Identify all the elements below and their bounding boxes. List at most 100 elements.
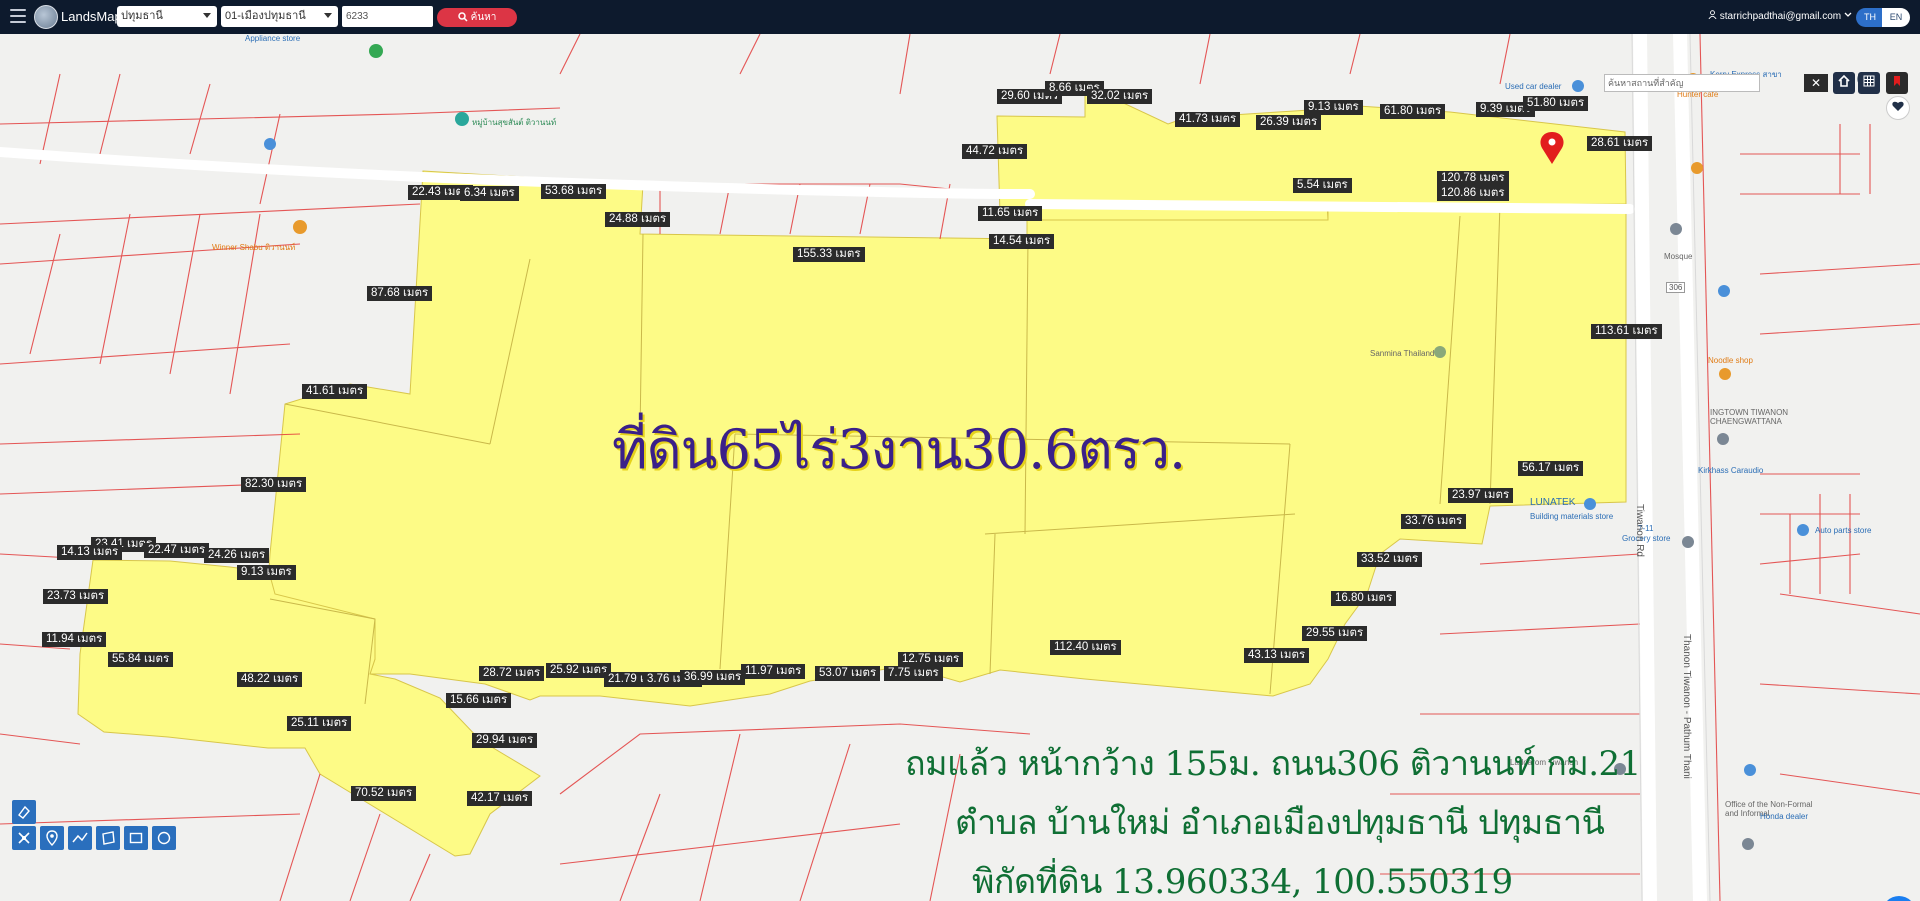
lang-en-button[interactable]: EN [1882, 8, 1910, 27]
poi-label[interactable]: Honda dealer [1760, 812, 1808, 821]
search-button-label: ค้นหา [470, 12, 497, 23]
poi-label[interactable]: Sanmina Thailand [1370, 349, 1434, 358]
eraser-icon[interactable] [12, 800, 36, 824]
dimension-label: 9.13 เมตร [1304, 100, 1363, 115]
poi-label[interactable]: INGTOWN TIWANON CHAENGWATTANA [1710, 408, 1830, 426]
dimension-label: 112.40 เมตร [1050, 640, 1121, 655]
dimension-label: 120.86 เมตร [1437, 186, 1509, 201]
chevron-down-icon [203, 13, 211, 18]
dimension-label: 11.97 เมตร [741, 664, 806, 679]
user-icon [1708, 10, 1717, 20]
grid-icon[interactable] [1858, 72, 1880, 94]
circle-icon[interactable] [152, 826, 176, 850]
dimension-label: 11.94 เมตร [42, 632, 107, 647]
dimension-label: 29.55 เมตร [1302, 626, 1368, 641]
province-select[interactable]: ปทุมธานี [117, 6, 217, 27]
poi-label[interactable]: Noodle shop [1708, 356, 1753, 365]
dimension-label: 15.66 เมตร [446, 693, 512, 708]
chevron-down-icon [1844, 12, 1852, 17]
satellite-icon[interactable] [12, 826, 36, 850]
land-title: ที่ดิน65ไร่3งาน30.6ตรว. [612, 418, 1186, 481]
poi-label[interactable]: Grocery store [1622, 534, 1670, 543]
map-canvas[interactable]: Appliance store Winner Shabu ติวานนท์ หม… [0, 34, 1920, 901]
ruler-icon[interactable] [68, 826, 92, 850]
poi-label[interactable]: Mosque [1664, 252, 1692, 261]
location-icon[interactable] [40, 826, 64, 850]
place-search-input[interactable]: ค้นหาสถานที่สำคัญ [1604, 74, 1760, 92]
district-value: 01-เมืองปทุมธานี [225, 10, 306, 22]
poi-label[interactable]: Kirkhass Caraudio [1698, 466, 1763, 475]
dimension-label: 9.13 เมตร [237, 565, 296, 580]
dimension-label: 41.61 เมตร [302, 384, 368, 399]
user-menu[interactable]: starrichpadthai@gmail.com [1708, 10, 1852, 31]
dimension-label: 42.17 เมตร [467, 791, 533, 806]
dimension-label: 53.07 เมตร [815, 666, 881, 681]
road-label: Tiwanon Rd [1634, 504, 1645, 557]
deed-number-input[interactable] [342, 6, 433, 27]
dimension-label: 41.73 เมตร [1175, 112, 1241, 127]
province-value: ปทุมธานี [121, 10, 163, 22]
logo-icon [34, 5, 58, 29]
dimension-label: 22.47 เมตร [144, 543, 210, 558]
dimension-label: 48.22 เมตร [237, 672, 303, 687]
dimension-label: 87.68 เมตร [367, 286, 433, 301]
poi-label[interactable]: Appliance store [245, 34, 300, 43]
dimension-label: 51.80 เมตร [1523, 96, 1589, 111]
rectangle-icon[interactable] [124, 826, 148, 850]
dimension-label: 33.52 เมตร [1357, 552, 1423, 567]
road-label: Thanon Tiwanon - Pathum Thani [1681, 634, 1692, 779]
road-shield: 306 [1666, 282, 1686, 293]
close-icon[interactable]: ✕ [1804, 74, 1828, 92]
dimension-label: 82.30 เมตร [241, 477, 307, 492]
lang-th-button[interactable]: TH [1856, 8, 1884, 27]
dimension-label: 56.17 เมตร [1518, 461, 1584, 476]
dimension-label: 155.33 เมตร [793, 247, 865, 262]
dimension-label: 5.54 เมตร [1293, 178, 1352, 193]
dimension-label: 61.80 เมตร [1380, 104, 1446, 119]
dimension-label: 6.34 เมตร [460, 186, 519, 201]
poi-label[interactable]: Winner Shabu ติวานนท์ [212, 241, 295, 254]
overlay-text-line-1: ถมแล้ว หน้ากว้าง 155ม. ถนน306 ติวานนท์ ก… [905, 744, 1641, 784]
dimension-label: 12.75 เมตร [898, 652, 964, 667]
dimension-label: 32.02 เมตร [1087, 89, 1153, 104]
dimension-label: 23.97 เมตร [1448, 488, 1514, 503]
overlay-text-line-3: พิกัดที่ดิน 13.960334, 100.550319 [972, 862, 1513, 901]
poi-label[interactable]: Building materials store [1530, 512, 1613, 521]
overlay-text-line-2: ตำบล บ้านใหม่ อำเภอเมืองปทุมธานี ปทุมธาน… [955, 803, 1605, 843]
dimension-label: 43.13 เมตร [1244, 648, 1310, 663]
dimension-label: 16.80 เมตร [1331, 591, 1397, 606]
dimension-label: 70.52 เมตร [351, 786, 417, 801]
search-button[interactable]: ค้นหา [437, 8, 517, 27]
bookmark-icon[interactable] [1886, 72, 1908, 94]
dimension-label: 55.84 เมตร [108, 652, 174, 667]
heart-icon[interactable] [1886, 96, 1910, 120]
dimension-label: 11.65 เมตร [978, 206, 1043, 221]
dimension-label: 24.88 เมตร [605, 212, 671, 227]
dimension-label: 14.54 เมตร [989, 234, 1055, 249]
dimension-label: 29.94 เมตร [472, 733, 538, 748]
user-email: starrichpadthai@gmail.com [1719, 11, 1842, 22]
chat-icon[interactable] [1882, 896, 1916, 901]
home-icon[interactable] [1833, 72, 1855, 94]
dimension-label: 28.61 เมตร [1587, 136, 1653, 151]
poi-label[interactable]: หมู่บ้านสุขสันต์ ติวานนท์ [472, 116, 556, 129]
dimension-label: 120.78 เมตร [1437, 171, 1509, 186]
menu-icon[interactable] [10, 9, 26, 25]
chevron-down-icon [324, 13, 332, 18]
poi-label[interactable]: Used car dealer [1505, 82, 1561, 91]
dimension-label: 33.76 เมตร [1401, 514, 1467, 529]
dimension-label: 113.61 เมตร [1591, 324, 1662, 339]
search-icon [457, 12, 468, 22]
poi-label[interactable]: Auto parts store [1815, 526, 1871, 535]
poi-label[interactable]: LUNATEK [1530, 497, 1575, 508]
dimension-label: 7.75 เมตร [884, 666, 943, 681]
district-select[interactable]: 01-เมืองปทุมธานี [221, 6, 338, 27]
polygon-icon[interactable] [96, 826, 120, 850]
dimension-label: 23.73 เมตร [43, 589, 109, 604]
dimension-label: 44.72 เมตร [962, 144, 1028, 159]
dimension-label: 14.13 เมตร [57, 545, 123, 560]
top-navigation-bar: LandsMaps ปทุมธานี 01-เมืองปทุมธานี ค้นห… [0, 0, 1920, 34]
dimension-label: 36.99 เมตร [680, 670, 746, 685]
dimension-label: 25.92 เมตร [546, 663, 612, 678]
dimension-label: 28.72 เมตร [479, 666, 545, 681]
